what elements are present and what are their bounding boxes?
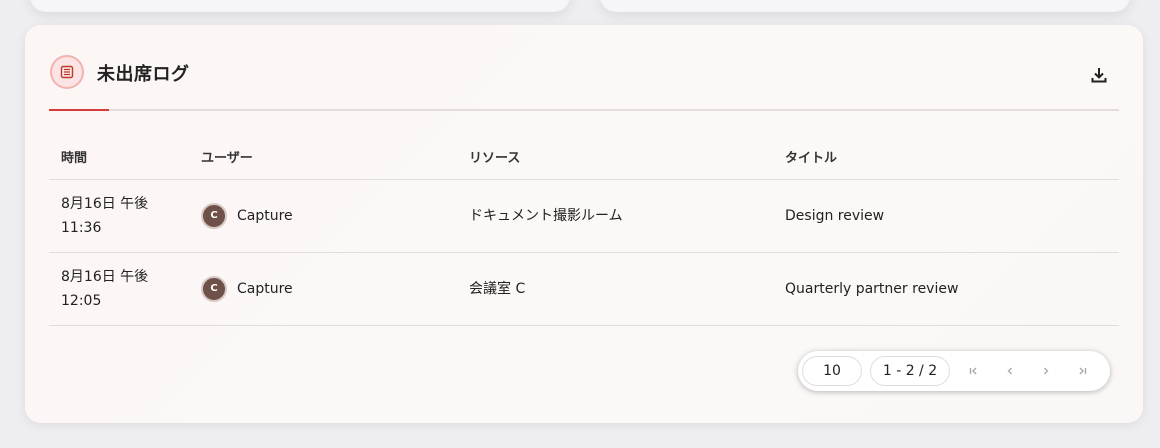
title-cell: Quarterly partner review <box>773 252 1119 326</box>
last-page-icon <box>1079 367 1087 375</box>
card-header: 未出席ログ <box>49 25 1119 111</box>
time-cell: 8月16日 午後 12:05 <box>49 252 189 326</box>
download-button[interactable] <box>1087 63 1111 87</box>
prev-page-icon <box>1007 367 1012 375</box>
time-text: 11:36 <box>61 219 102 236</box>
user-name: Capture <box>237 280 293 297</box>
avatar: C <box>201 275 227 302</box>
last-page-button[interactable] <box>1072 361 1092 381</box>
next-page-button[interactable] <box>1036 361 1056 381</box>
date-text: 8月16日 午後 <box>61 268 149 285</box>
card-title: 未出席ログ <box>97 64 190 85</box>
user-cell: C Capture <box>189 179 457 253</box>
table-row[interactable]: 8月16日 午後 11:36 C Capture ドキュメント撮影ルーム Des… <box>49 179 1119 253</box>
time-cell: 8月16日 午後 11:36 <box>49 179 189 253</box>
list-icon <box>50 55 84 89</box>
prev-page-button[interactable] <box>1000 361 1020 381</box>
background-card-left <box>30 0 570 12</box>
column-header-user[interactable]: ユーザー <box>189 135 457 180</box>
next-page-icon <box>1044 367 1049 375</box>
title-cell: Design review <box>773 179 1119 253</box>
header-tab-indicator <box>49 109 109 111</box>
page-range-display: 1 - 2 / 2 <box>870 356 950 386</box>
pagination-bar: 10 1 - 2 / 2 <box>798 351 1110 391</box>
column-header-resource[interactable]: リソース <box>457 135 773 180</box>
first-page-icon <box>969 367 977 375</box>
first-page-button[interactable] <box>964 361 984 381</box>
background-card-right <box>600 0 1130 12</box>
no-show-table: 時間 ユーザー リソース タイトル 8月16日 午後 11:36 C Captu… <box>49 135 1119 326</box>
user-cell: C Capture <box>189 252 457 326</box>
table-row[interactable]: 8月16日 午後 12:05 C Capture 会議室 C Quarterly… <box>49 252 1119 326</box>
rows-per-page-select[interactable]: 10 <box>802 356 862 386</box>
no-show-log-card: 未出席ログ 時間 ユーザー リソース タイトル 8月16日 午後 11:36 C… <box>25 25 1143 423</box>
column-header-time[interactable]: 時間 <box>49 135 189 180</box>
time-text: 12:05 <box>61 292 102 309</box>
resource-cell: 会議室 C <box>457 252 773 326</box>
user-name: Capture <box>237 207 293 224</box>
resource-cell: ドキュメント撮影ルーム <box>457 179 773 253</box>
date-text: 8月16日 午後 <box>61 195 149 212</box>
column-header-title[interactable]: タイトル <box>773 135 1119 180</box>
download-icon <box>1091 68 1107 83</box>
table-header-row: 時間 ユーザー リソース タイトル <box>49 135 1119 180</box>
avatar: C <box>201 202 227 229</box>
